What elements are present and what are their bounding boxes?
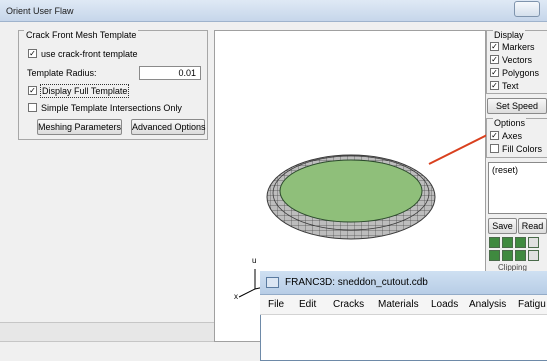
template-radius-label: Template Radius: (27, 68, 97, 78)
read-button[interactable]: Read (518, 218, 547, 234)
use-template-checkbox[interactable]: ✓ (28, 49, 37, 58)
display-polygons-checkbox[interactable]: ✓ (490, 68, 499, 77)
view-front-icon[interactable] (489, 237, 500, 248)
crack-template-mesh (266, 154, 436, 240)
pointer-line (428, 134, 488, 165)
advanced-options-button[interactable]: Advanced Options (131, 119, 206, 135)
close-window-icon[interactable] (514, 1, 540, 17)
view-bottom-icon[interactable] (502, 250, 513, 261)
simple-intersections-checkbox[interactable] (28, 103, 37, 112)
menu-cracks[interactable]: Cracks (333, 299, 364, 310)
window-title: Orient User Flaw (6, 6, 74, 16)
crack-template-legend: Crack Front Mesh Template (24, 30, 139, 40)
save-button[interactable]: Save (488, 218, 517, 234)
display-vectors-checkbox[interactable]: ✓ (490, 55, 499, 64)
option-axes-label: Axes (502, 131, 523, 141)
meshing-parameters-button[interactable]: Meshing Parameters (37, 119, 122, 135)
display-full-template-label: Display Full Template (40, 84, 130, 98)
menu-fatigue[interactable]: Fatigu (518, 299, 546, 310)
option-axes-checkbox[interactable]: ✓ (490, 131, 499, 140)
view-orientation-icons (489, 237, 539, 261)
view-list[interactable]: (reset) (488, 162, 547, 214)
window-title-bar (0, 0, 547, 22)
display-vectors-label: Vectors (502, 55, 533, 65)
menu-loads[interactable]: Loads (431, 299, 458, 310)
simple-intersections-label: Simple Template Intersections Only (41, 103, 182, 113)
view-back-icon[interactable] (502, 237, 513, 248)
use-template-label: use crack-front template (41, 49, 138, 59)
menu-materials[interactable]: Materials (378, 299, 419, 310)
menu-edit[interactable]: Edit (299, 299, 316, 310)
franc3d-title: FRANC3D: sneddon_cutout.cdb (285, 277, 428, 288)
display-text-checkbox[interactable]: ✓ (490, 81, 499, 90)
franc3d-app-icon (266, 277, 279, 288)
view-right-icon[interactable] (515, 250, 526, 261)
template-radius-input[interactable]: 0.01 (139, 66, 201, 80)
view-iso-icon[interactable] (528, 237, 539, 248)
menu-file[interactable]: File (268, 299, 284, 310)
option-fill-colors-checkbox[interactable] (490, 144, 499, 153)
view-cube-icon[interactable] (528, 250, 539, 261)
status-strip (0, 322, 214, 342)
view-list-item[interactable]: (reset) (489, 163, 547, 177)
display-markers-label: Markers (502, 42, 535, 52)
view-left-icon[interactable] (515, 237, 526, 248)
display-polygons-label: Polygons (502, 68, 540, 78)
set-speed-button[interactable]: Set Speed (487, 98, 547, 114)
display-full-template-checkbox[interactable]: ✓ (28, 86, 37, 95)
menu-analysis[interactable]: Analysis (469, 299, 506, 310)
options-legend: Options (493, 118, 527, 128)
axis-x-label: x (234, 292, 238, 301)
axis-u-label: u (252, 256, 256, 265)
display-legend: Display (493, 30, 525, 40)
option-fill-colors-label: Fill Colors (502, 144, 543, 154)
view-top-icon[interactable] (489, 250, 500, 261)
display-text-label: Text (502, 81, 519, 91)
display-markers-checkbox[interactable]: ✓ (490, 42, 499, 51)
